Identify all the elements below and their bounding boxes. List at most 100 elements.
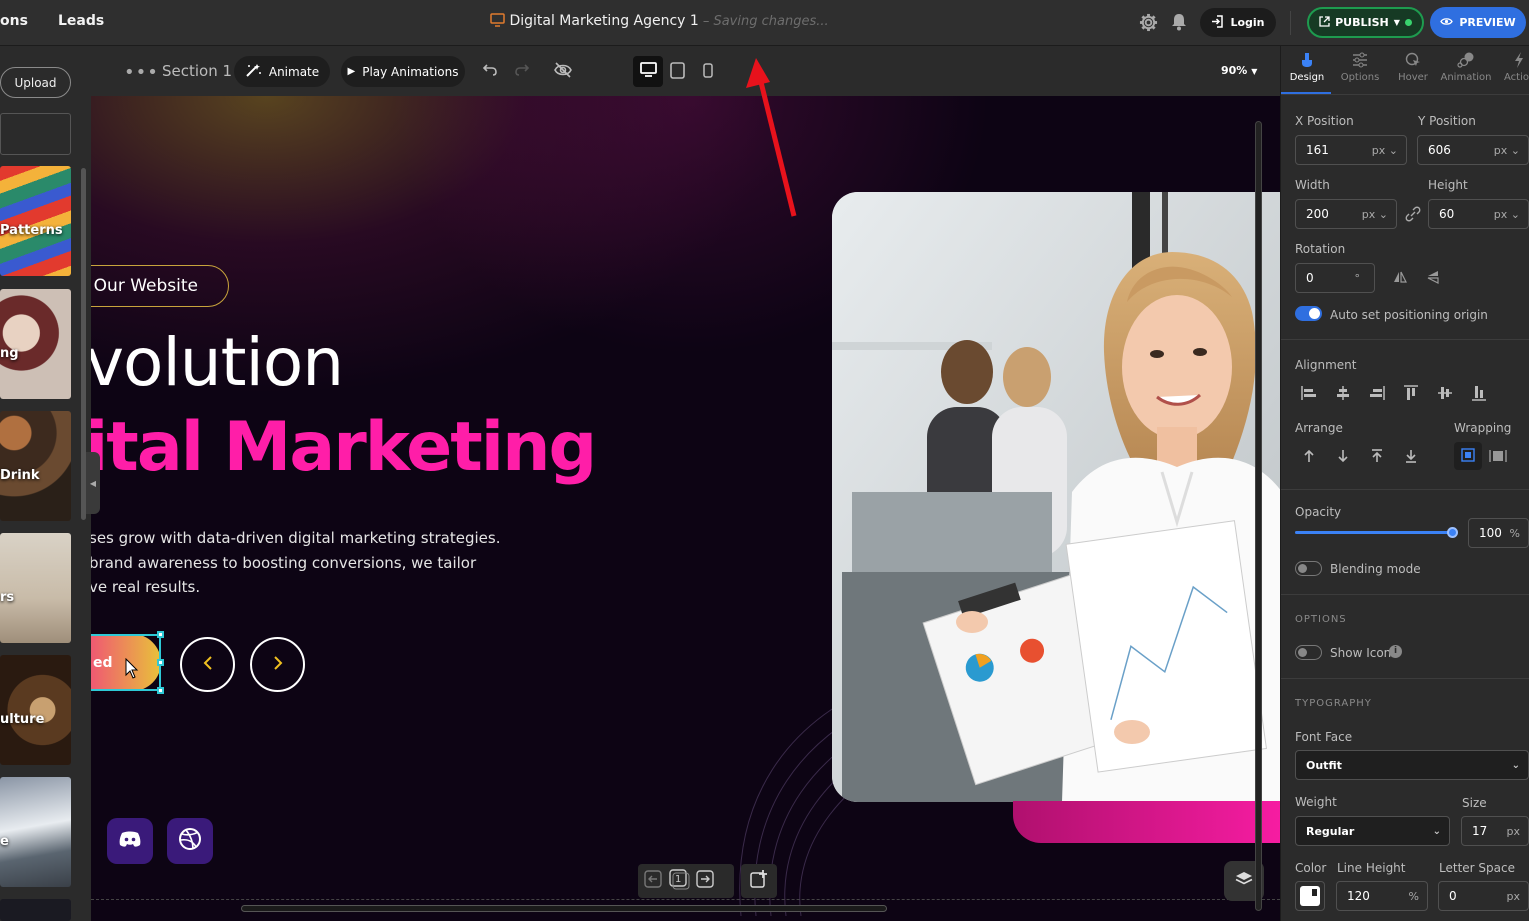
mobile-icon[interactable] bbox=[703, 63, 713, 82]
align-top-icon[interactable] bbox=[1399, 381, 1423, 405]
rotation-unit: ° bbox=[1354, 271, 1361, 285]
top-bar: ons Leads Digital Marketing Agency 1 – Sa… bbox=[0, 0, 1529, 46]
arrow-down-icon[interactable] bbox=[1331, 444, 1355, 468]
bring-to-front-icon[interactable] bbox=[1365, 444, 1389, 468]
tab-options[interactable]: Options bbox=[1334, 52, 1386, 83]
x-position-field[interactable]: 161 px ⌄ bbox=[1295, 135, 1407, 165]
hero-heading-line2[interactable]: ital Marketing bbox=[91, 408, 597, 487]
resize-handle[interactable] bbox=[157, 631, 164, 638]
zoom-select[interactable]: 90% ▼ bbox=[1221, 64, 1257, 77]
align-bottom-icon[interactable] bbox=[1467, 381, 1491, 405]
unit-select[interactable]: px ⌄ bbox=[1362, 208, 1388, 221]
add-section-button[interactable] bbox=[741, 864, 777, 898]
color-swatch bbox=[1300, 886, 1320, 906]
unit-label: px bbox=[1493, 143, 1508, 157]
hero-image[interactable] bbox=[832, 192, 1280, 802]
thumbnail-patterns[interactable]: Patterns bbox=[0, 166, 71, 276]
collapse-panel-handle[interactable]: ◀ bbox=[86, 452, 100, 514]
align-left-icon[interactable] bbox=[1297, 381, 1321, 405]
search-input[interactable] bbox=[0, 113, 71, 155]
font-face-select[interactable]: Outfit ⌄ bbox=[1295, 750, 1529, 780]
wrap-inline-button[interactable] bbox=[1454, 442, 1482, 470]
tab-label: Hover bbox=[1398, 72, 1428, 83]
aspect-lock-icon[interactable] bbox=[1401, 202, 1425, 226]
rotation-field[interactable]: 0 ° bbox=[1295, 263, 1375, 293]
welcome-badge[interactable]: o Our Website bbox=[91, 265, 229, 307]
redo-icon[interactable] bbox=[513, 61, 530, 82]
opacity-slider-track[interactable] bbox=[1295, 531, 1453, 534]
tab-design[interactable]: Design bbox=[1281, 52, 1333, 83]
play-animations-button[interactable]: ▶ Play Animations bbox=[341, 56, 465, 87]
more-options-icon[interactable]: ••• bbox=[124, 62, 159, 83]
height-field[interactable]: 60 px ⌄ bbox=[1428, 199, 1529, 229]
flip-horizontal-icon[interactable] bbox=[1388, 265, 1412, 289]
opacity-slider-knob[interactable] bbox=[1447, 527, 1458, 538]
vertical-scrollbar[interactable] bbox=[1255, 121, 1262, 911]
upload-button[interactable]: Upload bbox=[0, 67, 71, 98]
y-position-field[interactable]: 606 px ⌄ bbox=[1417, 135, 1529, 165]
design-canvas[interactable]: o Our Website volution ital Marketing se… bbox=[91, 96, 1280, 921]
hide-eye-icon[interactable] bbox=[553, 61, 573, 83]
dribbble-button[interactable] bbox=[167, 818, 213, 864]
letter-space-field[interactable]: 0 px bbox=[1438, 881, 1529, 911]
line-height-field[interactable]: 120% bbox=[1336, 881, 1428, 911]
info-icon[interactable]: i bbox=[1389, 645, 1402, 658]
font-size-field[interactable]: 17 px bbox=[1461, 816, 1529, 846]
text-color-picker[interactable] bbox=[1295, 881, 1325, 911]
section-label[interactable]: Section 1 bbox=[162, 62, 232, 80]
prev-arrow-button[interactable] bbox=[180, 637, 235, 692]
auto-origin-toggle[interactable] bbox=[1295, 306, 1322, 321]
thumbnail-label: Drink bbox=[0, 468, 40, 483]
nav-item-partial[interactable]: ons bbox=[0, 13, 28, 29]
wrap-block-icon[interactable] bbox=[1486, 444, 1510, 468]
weight-select[interactable]: Regular ⌄ bbox=[1295, 816, 1450, 846]
bell-icon[interactable] bbox=[1170, 12, 1188, 31]
show-icon-toggle[interactable] bbox=[1295, 645, 1322, 660]
discord-button[interactable] bbox=[107, 818, 153, 864]
next-arrow-button[interactable] bbox=[250, 637, 305, 692]
publish-button[interactable]: PUBLISH ▼ bbox=[1307, 7, 1424, 38]
line-height-value: 120 bbox=[1347, 889, 1370, 903]
thumbnail-6[interactable]: e bbox=[0, 777, 71, 887]
preview-button[interactable]: PREVIEW bbox=[1430, 7, 1526, 38]
thumbnail-drink[interactable]: Drink bbox=[0, 411, 71, 521]
tab-actions[interactable]: Actio bbox=[1493, 52, 1529, 83]
desktop-view-button[interactable] bbox=[633, 56, 663, 87]
page-number-icon[interactable]: 1 bbox=[668, 868, 690, 894]
unit-select[interactable]: px ⌄ bbox=[1494, 144, 1520, 157]
thumbnail-culture[interactable]: ulture bbox=[0, 655, 71, 765]
project-title[interactable]: Digital Marketing Agency 1 bbox=[509, 13, 698, 29]
move-up-icon[interactable] bbox=[644, 870, 662, 892]
login-button[interactable]: Login bbox=[1200, 8, 1276, 37]
align-right-icon[interactable] bbox=[1365, 381, 1389, 405]
blending-mode-toggle[interactable] bbox=[1295, 561, 1322, 576]
arrow-up-icon[interactable] bbox=[1297, 444, 1321, 468]
horizontal-scrollbar[interactable] bbox=[241, 905, 887, 912]
tablet-icon[interactable] bbox=[670, 62, 685, 83]
width-field[interactable]: 200 px ⌄ bbox=[1295, 199, 1397, 229]
height-label: Height bbox=[1428, 178, 1468, 192]
unit-select[interactable]: px ⌄ bbox=[1494, 208, 1520, 221]
animate-button[interactable]: Animate bbox=[234, 56, 330, 87]
nav-item-leads[interactable]: Leads bbox=[58, 13, 104, 29]
tab-hover[interactable]: Hover bbox=[1387, 52, 1439, 83]
thumbnail-4[interactable]: rs bbox=[0, 533, 71, 643]
unit-select[interactable]: px ⌄ bbox=[1372, 144, 1398, 157]
thumbnail-2[interactable]: ng bbox=[0, 289, 71, 399]
y-position-value: 606 bbox=[1428, 143, 1451, 157]
move-down-icon[interactable] bbox=[696, 870, 714, 892]
flip-vertical-icon[interactable] bbox=[1421, 265, 1445, 289]
thumbnail-7[interactable] bbox=[0, 899, 71, 921]
hero-paragraph[interactable]: ses grow with data-driven digital market… bbox=[91, 526, 500, 600]
send-to-back-icon[interactable] bbox=[1399, 444, 1423, 468]
tab-animation[interactable]: Animation bbox=[1440, 52, 1492, 83]
unit-label: px bbox=[1493, 207, 1508, 221]
undo-icon[interactable] bbox=[482, 61, 499, 82]
align-middle-icon[interactable] bbox=[1433, 381, 1457, 405]
align-center-icon[interactable] bbox=[1331, 381, 1355, 405]
hero-heading-line1[interactable]: volution bbox=[91, 324, 344, 401]
resize-handle[interactable] bbox=[157, 687, 164, 694]
gear-icon[interactable] bbox=[1139, 13, 1158, 32]
resize-handle[interactable] bbox=[157, 659, 164, 666]
opacity-field[interactable]: 100% bbox=[1468, 518, 1529, 548]
